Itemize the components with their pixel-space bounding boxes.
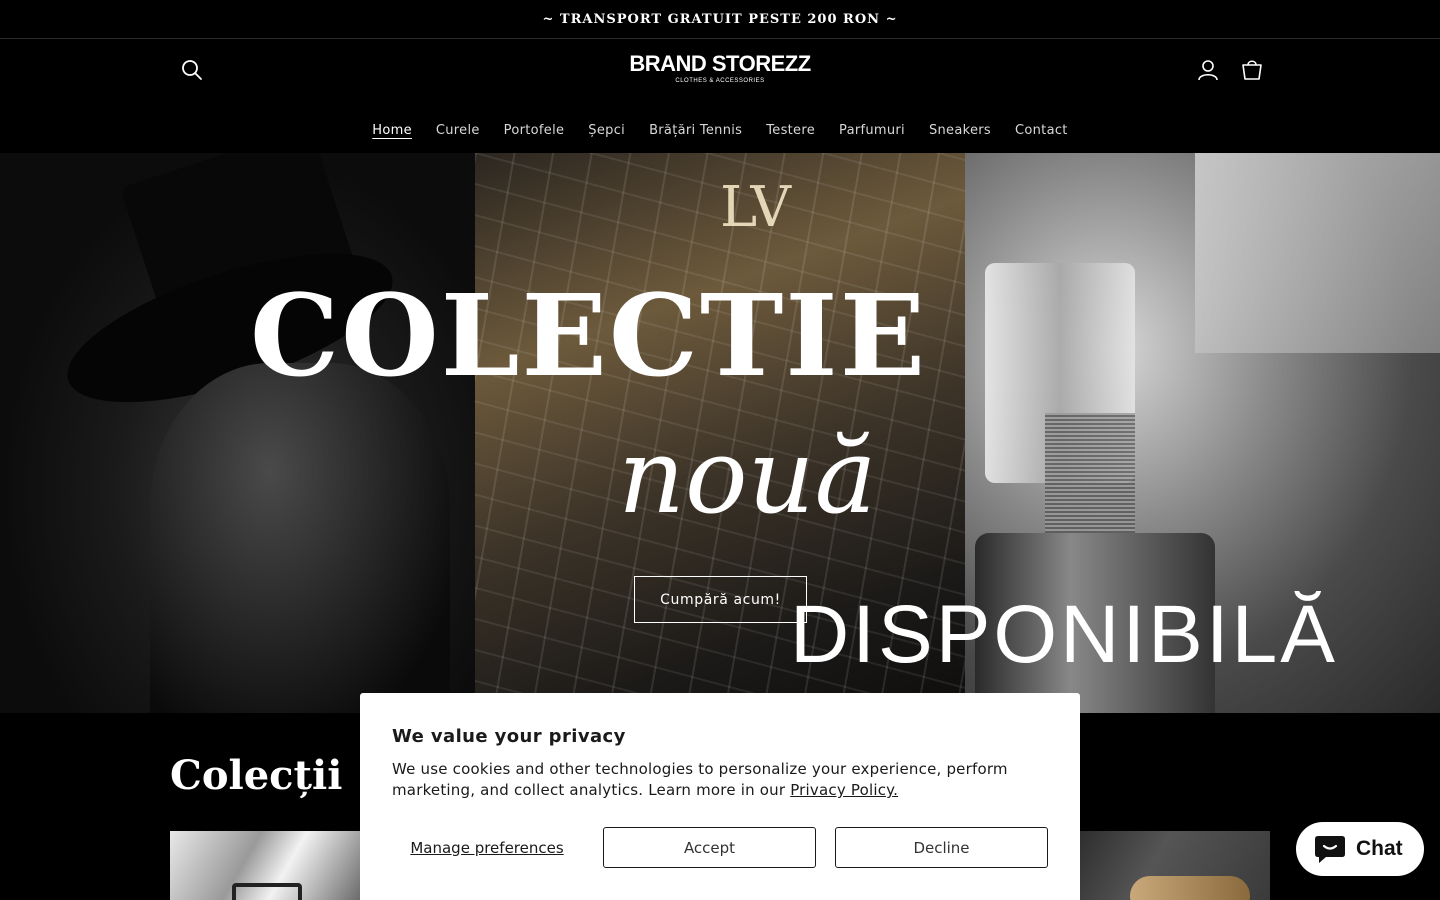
chat-label: Chat xyxy=(1356,837,1403,860)
announcement-text: ~ TRANSPORT GRATUIT PESTE 200 RON ~ xyxy=(542,11,898,27)
main-navigation: Home Curele Portofele Șepci Brățări Tenn… xyxy=(0,119,1440,142)
cookie-banner-text: We use cookies and other technologies to… xyxy=(392,759,1032,801)
nav-item-sepci[interactable]: Șepci xyxy=(576,119,637,142)
cookie-banner-title: We value your privacy xyxy=(392,726,626,747)
logo-tagline: CLOTHES & ACCESSORIES xyxy=(675,78,765,84)
account-button[interactable] xyxy=(1188,50,1228,90)
nav-item-parfumuri[interactable]: Parfumuri xyxy=(827,119,917,142)
chat-button[interactable]: Chat xyxy=(1296,822,1424,876)
bottle-stopper-shape xyxy=(1195,153,1440,353)
chat-bubble-icon xyxy=(1315,836,1345,863)
store-logo-mark: LV xyxy=(720,175,791,240)
nav-item-curele[interactable]: Curele xyxy=(424,119,492,142)
nav-item-portofele[interactable]: Portofele xyxy=(492,119,577,142)
hero-headline-available: DISPONIBILĂ xyxy=(790,589,1338,680)
bottle-neck-shape xyxy=(1045,413,1135,553)
logo-wordmark: BRAND STOREZZ xyxy=(629,51,811,76)
accept-cookies-button[interactable]: Accept xyxy=(603,827,816,868)
announcement-bar: ~ TRANSPORT GRATUIT PESTE 200 RON ~ xyxy=(0,0,1440,39)
nav-item-home[interactable]: Home xyxy=(360,119,424,142)
account-icon xyxy=(1198,60,1218,81)
hero-image-man-hat xyxy=(0,153,475,713)
figure-silhouette xyxy=(150,363,450,713)
hero-banner: LV COLECTIE nouă DISPONIBILĂ Cumpără acu… xyxy=(0,153,1440,713)
cart-icon xyxy=(1242,60,1262,80)
collections-heading: Colecții xyxy=(170,752,343,799)
nav-item-contact[interactable]: Contact xyxy=(1003,119,1080,142)
search-button[interactable] xyxy=(172,50,212,90)
collection-card-belts[interactable] xyxy=(170,831,360,900)
hero-headline-line1: COLECTIE xyxy=(250,271,928,402)
privacy-policy-link[interactable]: Privacy Policy. xyxy=(790,781,898,799)
brand-logo[interactable]: BRAND STOREZZ CLOTHES & ACCESSORIES xyxy=(620,51,820,91)
search-icon xyxy=(182,60,202,80)
nav-item-sneakers[interactable]: Sneakers xyxy=(917,119,1003,142)
cookie-banner-body: We use cookies and other technologies to… xyxy=(392,760,1008,799)
cookie-consent-banner: We value your privacy We use cookies and… xyxy=(360,693,1080,900)
collection-card-caps[interactable] xyxy=(1080,831,1270,900)
nav-item-bratari-tennis[interactable]: Brățări Tennis xyxy=(637,119,754,142)
cap-shape xyxy=(1130,876,1250,900)
nav-item-testere[interactable]: Testere xyxy=(754,119,827,142)
manage-preferences-button[interactable]: Manage preferences xyxy=(392,827,582,868)
shop-now-button[interactable]: Cumpără acum! xyxy=(634,576,807,623)
decline-cookies-button[interactable]: Decline xyxy=(835,827,1048,868)
cart-button[interactable] xyxy=(1232,50,1272,90)
site-header: BRAND STOREZZ CLOTHES & ACCESSORIES Home… xyxy=(0,39,1440,153)
belt-buckle-shape xyxy=(232,883,302,900)
hero-headline-new: nouă xyxy=(618,415,877,537)
